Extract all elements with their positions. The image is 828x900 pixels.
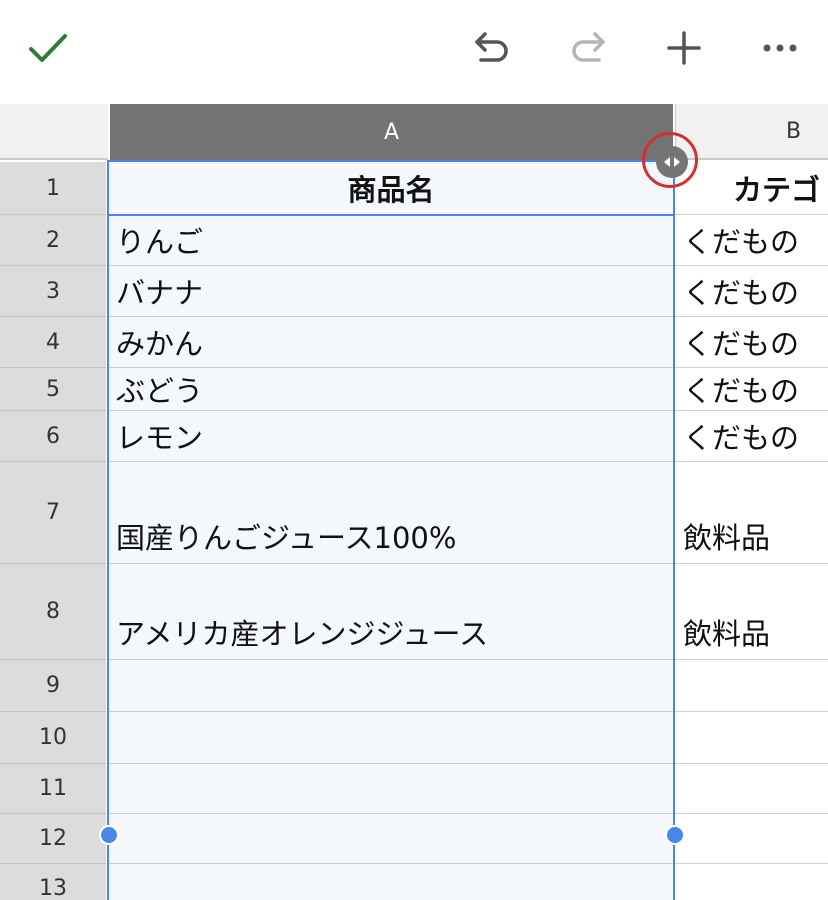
more-options-button[interactable] (756, 24, 804, 72)
toolbar (0, 0, 828, 104)
cell-b10[interactable] (675, 712, 828, 764)
row-header[interactable]: 2 (0, 215, 106, 266)
resize-arrows-icon (664, 157, 680, 167)
plus-icon (667, 31, 701, 65)
column-resize-handle[interactable] (656, 146, 688, 178)
cell-b12[interactable] (675, 814, 828, 864)
cell-a4[interactable]: みかん (108, 317, 674, 368)
row-header[interactable]: 6 (0, 411, 106, 462)
row-header[interactable]: 13 (0, 864, 106, 900)
cell-a12[interactable] (108, 814, 674, 864)
check-icon (29, 34, 67, 62)
selection-handle-right[interactable] (665, 825, 685, 845)
redo-button[interactable] (564, 24, 612, 72)
add-button[interactable] (660, 24, 708, 72)
row-header[interactable]: 7 (0, 462, 106, 564)
cell-b2[interactable]: くだもの (675, 215, 828, 266)
cell-b1[interactable]: カテゴ (675, 162, 828, 215)
cell-b7[interactable]: 飲料品 (675, 462, 828, 564)
column-header-b[interactable]: B (675, 104, 828, 160)
cell-b3[interactable]: くだもの (675, 266, 828, 317)
row-header[interactable]: 9 (0, 660, 106, 712)
cell-a7[interactable]: 国産りんごジュース100% (108, 462, 674, 564)
cell-a1[interactable]: 商品名 (108, 162, 674, 215)
cell-b13[interactable] (675, 864, 828, 900)
cell-b9[interactable] (675, 660, 828, 712)
cell-a10[interactable] (108, 712, 674, 764)
cell-b11[interactable] (675, 764, 828, 814)
cell-a9[interactable] (108, 660, 674, 712)
cell-b5[interactable]: くだもの (675, 368, 828, 411)
row-header[interactable]: 12 (0, 814, 106, 864)
row-header[interactable]: 10 (0, 712, 106, 764)
cell-b8[interactable]: 飲料品 (675, 564, 828, 660)
redo-icon (572, 32, 605, 62)
undo-button[interactable] (468, 24, 516, 72)
row-header[interactable]: 11 (0, 764, 106, 814)
select-all-corner[interactable] (0, 104, 108, 160)
cell-a3[interactable]: バナナ (108, 266, 674, 317)
cell-a6[interactable]: レモン (108, 411, 674, 462)
cell-a2[interactable]: りんご (108, 215, 674, 266)
cell-a11[interactable] (108, 764, 674, 814)
cell-b4[interactable]: くだもの (675, 317, 828, 368)
cell-b6[interactable]: くだもの (675, 411, 828, 462)
selection-header-divider (107, 214, 675, 216)
cell-a8[interactable]: アメリカ産オレンジジュース (108, 564, 674, 660)
undo-icon (475, 32, 508, 62)
column-header-a[interactable]: A (110, 104, 673, 160)
row-header[interactable]: 3 (0, 266, 106, 317)
selection-handle-left[interactable] (99, 825, 119, 845)
cell-a13[interactable] (108, 864, 674, 900)
more-icon (763, 44, 797, 52)
done-button[interactable] (22, 26, 74, 70)
row-header[interactable]: 5 (0, 368, 106, 411)
cell-a5[interactable]: ぶどう (108, 368, 674, 411)
row-header[interactable]: 8 (0, 564, 106, 660)
row-header[interactable]: 1 (0, 162, 106, 215)
row-header[interactable]: 4 (0, 317, 106, 368)
spreadsheet-grid: A B 1 商品名 カテゴ 2 りんご くだもの 3 バナナ くだもの 4 みかん くだもの 5 ぶどうく… (0, 104, 828, 900)
